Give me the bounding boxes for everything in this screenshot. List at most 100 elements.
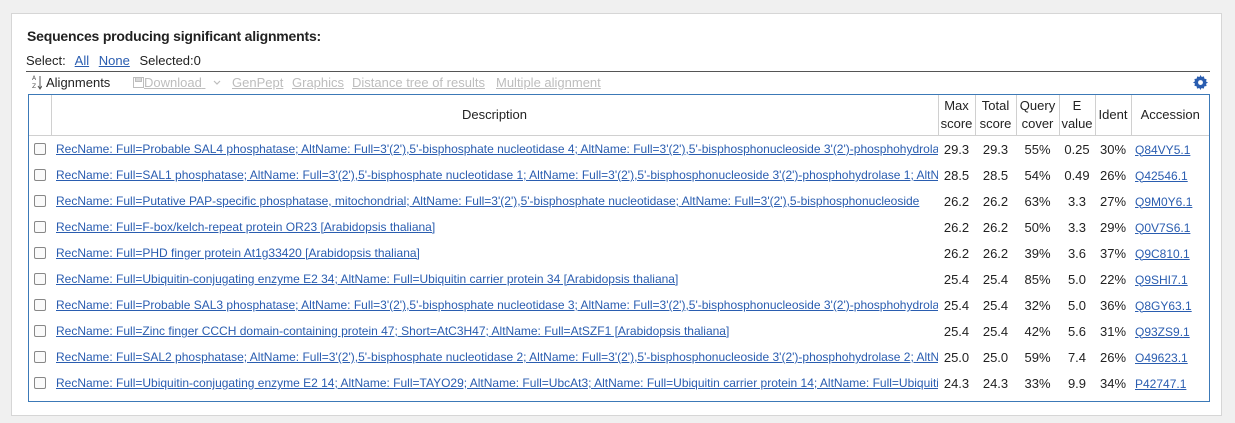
row-checkbox-cell[interactable] (29, 318, 51, 344)
accession-cell: Q84VY5.1 (1131, 136, 1209, 163)
accession-link[interactable]: P42747.1 (1131, 377, 1186, 391)
total-score-cell: 26.2 (982, 219, 1009, 235)
description-link[interactable]: RecName: Full=F-box/kelch-repeat protein… (51, 220, 938, 234)
multiple-alignment-link[interactable]: Multiple alignment (496, 75, 601, 90)
e-value-cell: 3.6 (1067, 245, 1087, 261)
row-checkbox-cell[interactable] (29, 344, 51, 370)
row-checkbox[interactable] (34, 143, 46, 155)
description-link[interactable]: RecName: Full=SAL2 phosphatase; AltName:… (51, 350, 938, 364)
accession-link[interactable]: Q8GY63.1 (1131, 299, 1192, 313)
ident-cell: 29% (1099, 219, 1127, 235)
total-score-cell: 29.3 (982, 141, 1009, 157)
description-link[interactable]: RecName: Full=Ubiquitin-conjugating enzy… (51, 272, 938, 286)
max-score-cell: 25.0 (943, 349, 970, 365)
row-checkbox[interactable] (34, 169, 46, 181)
accession-link[interactable]: Q9SHI7.1 (1131, 273, 1188, 287)
e-value-cell: 0.25 (1064, 141, 1090, 157)
max-score-cell: 26.2 (943, 219, 970, 235)
header-query-cover[interactable]: Query cover (1016, 95, 1060, 136)
description-link[interactable]: RecName: Full=Putative PAP-specific phos… (51, 194, 938, 208)
ident-cell: 30% (1099, 141, 1127, 157)
total-score-cell: 25.0 (982, 349, 1009, 365)
max-score-cell: 26.2 (943, 193, 970, 209)
ident-cell: 27% (1099, 193, 1127, 209)
query-cover-cell: 55% (1024, 141, 1051, 157)
row-checkbox[interactable] (34, 299, 46, 311)
header-max-score[interactable]: Max score (938, 95, 976, 136)
row-checkbox[interactable] (34, 247, 46, 259)
header-accession[interactable]: Accession (1131, 95, 1209, 136)
total-score-cell: 28.5 (982, 167, 1009, 183)
alignments-table: Description Max score Total score Query cov… (29, 95, 1209, 396)
accession-link[interactable]: O49623.1 (1131, 351, 1188, 365)
table-header-row: Description Max score Total score Query cov… (29, 95, 1209, 136)
accession-link[interactable]: Q84VY5.1 (1131, 143, 1190, 157)
header-description[interactable]: Description (51, 95, 939, 136)
description-link[interactable]: RecName: Full=SAL1 phosphatase; AltName:… (51, 168, 938, 182)
chevron-down-icon (214, 80, 221, 85)
ident-cell: 26% (1099, 167, 1127, 183)
row-checkbox-cell[interactable] (29, 292, 51, 318)
row-checkbox[interactable] (34, 221, 46, 233)
description-link[interactable]: RecName: Full=Probable SAL4 phosphatase;… (51, 142, 938, 156)
row-checkbox-cell[interactable] (29, 188, 51, 214)
description-link[interactable]: RecName: Full=Zinc finger CCCH domain-co… (51, 324, 938, 338)
row-checkbox[interactable] (34, 195, 46, 207)
accession-cell: Q8GY63.1 (1131, 292, 1209, 318)
results-toolbar: A Z Alignments Download GenPept Graphics… (26, 71, 1210, 95)
accession-cell: Q9SHI7.1 (1131, 266, 1209, 292)
results-panel: Sequences producing significant alignmen… (11, 13, 1222, 416)
accession-cell: Q0V7S6.1 (1131, 214, 1209, 240)
e-value-cell: 5.6 (1067, 323, 1087, 339)
row-checkbox[interactable] (34, 351, 46, 363)
table-row: RecName: Full=PHD finger protein At1g334… (29, 240, 1209, 266)
row-checkbox-cell[interactable] (29, 136, 51, 163)
gear-icon[interactable] (1193, 75, 1208, 90)
description-link[interactable]: RecName: Full=Ubiquitin-conjugating enzy… (51, 376, 938, 390)
row-checkbox[interactable] (34, 377, 46, 389)
description-link[interactable]: RecName: Full=PHD finger protein At1g334… (51, 246, 938, 260)
row-checkbox-cell[interactable] (29, 162, 51, 188)
description-cell: RecName: Full=Zinc finger CCCH domain-co… (51, 318, 938, 344)
accession-link[interactable]: Q0V7S6.1 (1131, 221, 1190, 235)
header-checkbox-col (29, 95, 52, 136)
alignments-tab[interactable]: Alignments (46, 75, 110, 90)
e-value-cell: 7.4 (1067, 349, 1087, 365)
row-checkbox-cell[interactable] (29, 240, 51, 266)
table-row: RecName: Full=Putative PAP-specific phos… (29, 188, 1209, 214)
accession-link[interactable]: Q93ZS9.1 (1131, 325, 1190, 339)
row-checkbox-cell[interactable] (29, 370, 51, 396)
row-checkbox-cell[interactable] (29, 266, 51, 292)
row-checkbox[interactable] (34, 325, 46, 337)
total-score-cell: 24.3 (982, 375, 1009, 391)
max-score-cell: 25.4 (943, 297, 970, 313)
ident-cell: 37% (1099, 245, 1127, 261)
select-all-link[interactable]: All (75, 53, 89, 68)
row-checkbox[interactable] (34, 273, 46, 285)
e-value-cell: 9.9 (1067, 375, 1087, 391)
graphics-link[interactable]: Graphics (292, 75, 344, 90)
distance-tree-link[interactable]: Distance tree of results (352, 75, 485, 90)
accession-link[interactable]: Q42546.1 (1131, 169, 1188, 183)
row-checkbox-cell[interactable] (29, 214, 51, 240)
select-label: Select: (26, 53, 66, 68)
max-score-cell: 25.4 (943, 323, 970, 339)
table-row: RecName: Full=Ubiquitin-conjugating enzy… (29, 370, 1209, 396)
accession-link[interactable]: Q9M0Y6.1 (1131, 195, 1192, 209)
header-total-score[interactable]: Total score (975, 95, 1017, 136)
accession-cell: Q9C810.1 (1131, 240, 1209, 266)
e-value-cell: 3.3 (1067, 193, 1087, 209)
download-menu[interactable]: Download (133, 75, 221, 90)
accession-cell: P42747.1 (1131, 370, 1209, 396)
table-row: RecName: Full=F-box/kelch-repeat protein… (29, 214, 1209, 240)
select-none-link[interactable]: None (99, 53, 130, 68)
accession-link[interactable]: Q9C810.1 (1131, 247, 1190, 261)
description-cell: RecName: Full=Probable SAL3 phosphatase;… (51, 292, 938, 318)
accession-cell: Q9M0Y6.1 (1131, 188, 1209, 214)
description-link[interactable]: RecName: Full=Probable SAL3 phosphatase;… (51, 298, 938, 312)
table-row: RecName: Full=SAL1 phosphatase; AltName:… (29, 162, 1209, 188)
sort-icon[interactable]: A Z (32, 74, 43, 90)
genpept-link[interactable]: GenPept (232, 75, 283, 90)
header-e-value[interactable]: Evalue (1059, 95, 1096, 136)
header-ident[interactable]: Ident (1095, 95, 1132, 136)
